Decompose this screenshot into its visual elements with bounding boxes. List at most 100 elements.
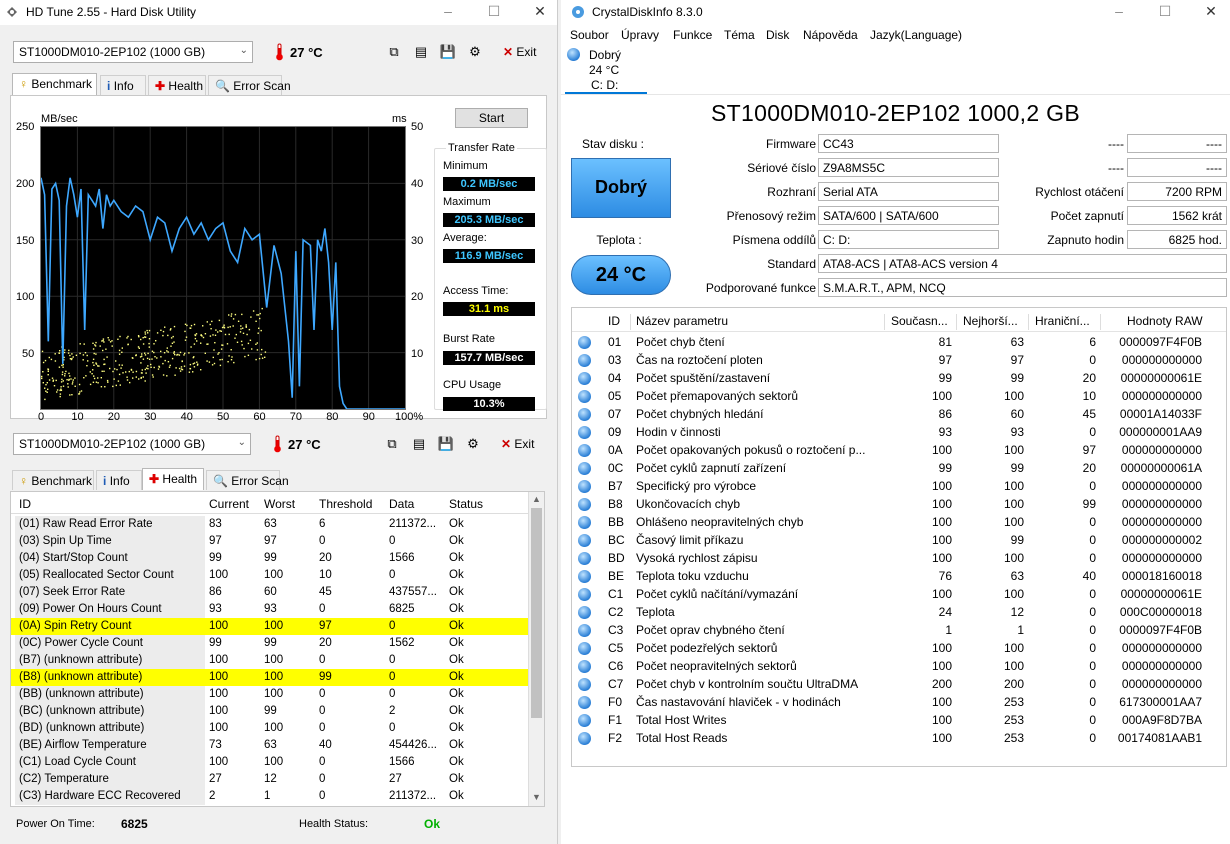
list-item[interactable]: 01 Počet chyb čtení 81 63 6 0000097F4F0B bbox=[572, 333, 1226, 351]
menu-upravy[interactable]: Úpravy bbox=[621, 28, 659, 42]
cdi-maximize-button[interactable]: ☐ bbox=[1157, 3, 1173, 19]
minimize-button[interactable]: – bbox=[440, 3, 456, 19]
maximize-button[interactable]: ☐ bbox=[486, 3, 502, 19]
list-item[interactable]: BE Teplota toku vzduchu 76 63 40 000018160018 bbox=[572, 567, 1226, 585]
col-smart-threshold[interactable]: Hraniční... bbox=[1035, 314, 1090, 328]
list-item[interactable]: C3 Počet oprav chybného čtení 1 1 0 0000097F4… bbox=[572, 621, 1226, 639]
table-row[interactable]: (09) Power On Hours Count 93 93 0 6825 Ok bbox=[11, 601, 529, 618]
col-worst[interactable]: Worst bbox=[264, 497, 295, 511]
start-button[interactable]: Start bbox=[455, 108, 528, 128]
scroll-up-icon[interactable]: ▲ bbox=[532, 494, 541, 504]
col-threshold[interactable]: Threshold bbox=[319, 497, 372, 511]
smart-cell-raw: 000A9F8D7BA bbox=[1121, 713, 1202, 727]
menu-disk[interactable]: Disk bbox=[766, 28, 789, 42]
table-row[interactable]: (0A) Spin Retry Count 100 100 97 0 Ok bbox=[11, 618, 529, 635]
col-smart-raw[interactable]: Hodnoty RAW bbox=[1127, 314, 1203, 328]
tab-info-2[interactable]: i Info bbox=[96, 470, 142, 490]
list-item[interactable]: C2 Teplota 24 12 0 000C00000018 bbox=[572, 603, 1226, 621]
options-icon[interactable]: ⚙ bbox=[465, 42, 485, 62]
col-id[interactable]: ID bbox=[19, 497, 31, 511]
col-smart-id[interactable]: ID bbox=[608, 314, 620, 328]
list-item[interactable]: 0C Počet cyklů zapnutí zařízení 99 99 20 0000… bbox=[572, 459, 1226, 477]
list-item[interactable]: 0A Počet opakovaných pokusů o roztočení p… bbox=[572, 441, 1226, 459]
col-smart-name[interactable]: Název parametru bbox=[636, 314, 728, 328]
access-time-point bbox=[103, 358, 105, 361]
list-item[interactable]: BC Časový limit příkazu 100 99 0 000000000002 bbox=[572, 531, 1226, 549]
exit-button-2[interactable]: ✕ Exit bbox=[501, 437, 534, 451]
list-item[interactable]: BB Ohlášeno neopravitelných chyb 100 100 0 00… bbox=[572, 513, 1226, 531]
close-button[interactable]: ✕ bbox=[532, 3, 548, 19]
table-row[interactable]: (BE) Airflow Temperature 73 63 40 454426... O… bbox=[11, 737, 529, 754]
list-item[interactable]: C5 Počet podezřelých sektorů 100 100 0 000000… bbox=[572, 639, 1226, 657]
table-row[interactable]: (C3) Hardware ECC Recovered 2 1 0 211372... O… bbox=[11, 788, 529, 805]
save-icon[interactable]: 💾 bbox=[436, 434, 456, 454]
menu-jazyk[interactable]: Jazyk(Language) bbox=[870, 28, 962, 42]
col-status[interactable]: Status bbox=[449, 497, 483, 511]
table-row[interactable]: (BB) (unknown attribute) 100 100 0 0 Ok bbox=[11, 686, 529, 703]
col-smart-worst[interactable]: Nejhorší... bbox=[963, 314, 1018, 328]
list-item[interactable]: BD Vysoká rychlost zápisu 100 100 0 000000000… bbox=[572, 549, 1226, 567]
health-scrollbar[interactable]: ▲ ▼ bbox=[528, 492, 544, 806]
copy-icon[interactable]: ⧉ bbox=[384, 42, 404, 62]
list-item[interactable]: F0 Čas nastavování hlaviček - v hodinách 1… bbox=[572, 693, 1226, 711]
disk-tab-c[interactable]: Dobrý 24 °C C: D: bbox=[565, 46, 647, 94]
smart-cell-thr: 99 bbox=[1082, 497, 1096, 511]
table-row[interactable]: (03) Spin Up Time 97 97 0 0 Ok bbox=[11, 533, 529, 550]
list-item[interactable]: B8 Ukončovacích chyb 100 100 99 000000000000 bbox=[572, 495, 1226, 513]
table-row[interactable]: (C2) Temperature 27 12 0 27 Ok bbox=[11, 771, 529, 788]
table-row[interactable]: (BC) (unknown attribute) 100 99 0 2 Ok bbox=[11, 703, 529, 720]
tab-benchmark[interactable]: ♀ Benchmark bbox=[12, 73, 97, 95]
tab-info[interactable]: i Info bbox=[100, 75, 146, 95]
menu-soubor[interactable]: Soubor bbox=[570, 28, 609, 42]
list-item[interactable]: F2 Total Host Reads 100 253 0 00174081AAB1 bbox=[572, 729, 1226, 747]
cdi-minimize-button[interactable]: – bbox=[1111, 3, 1127, 19]
tab-error-scan-2-label: Error Scan bbox=[231, 474, 289, 488]
col-data[interactable]: Data bbox=[389, 497, 414, 511]
copy-info-icon[interactable]: ▤ bbox=[411, 42, 431, 62]
exit-button[interactable]: ✕ Exit bbox=[503, 45, 536, 59]
table-row[interactable]: (01) Raw Read Error Rate 83 63 6 211372... Ok bbox=[11, 516, 529, 533]
tab-error-scan-2[interactable]: 🔍 Error Scan bbox=[206, 470, 289, 490]
menu-tema[interactable]: Téma bbox=[724, 28, 755, 42]
scroll-down-icon[interactable]: ▼ bbox=[532, 792, 541, 802]
col-current[interactable]: Current bbox=[209, 497, 249, 511]
options-icon[interactable]: ⚙ bbox=[463, 434, 483, 454]
smart-cell-raw: 000000001AA9 bbox=[1119, 425, 1202, 439]
list-item[interactable]: 07 Počet chybných hledání 86 60 45 00001A1403… bbox=[572, 405, 1226, 423]
tab-health-2[interactable]: ✚ Health bbox=[142, 468, 204, 490]
tab-benchmark-2[interactable]: ♀ Benchmark bbox=[12, 470, 94, 490]
scroll-thumb[interactable] bbox=[531, 508, 542, 718]
menu-napoveda[interactable]: Nápověda bbox=[803, 28, 858, 42]
menu-funkce[interactable]: Funkce bbox=[673, 28, 712, 42]
tab-health[interactable]: ✚ Health bbox=[148, 75, 206, 95]
tab-error-scan[interactable]: 🔍 Error Scan bbox=[208, 75, 291, 95]
table-row[interactable]: (07) Seek Error Rate 86 60 45 437557... Ok bbox=[11, 584, 529, 601]
col-smart-current[interactable]: Současn... bbox=[891, 314, 948, 328]
table-row[interactable]: (04) Start/Stop Count 99 99 20 1566 Ok bbox=[11, 550, 529, 567]
list-item[interactable]: 09 Hodin v činnosti 93 93 0 000000001AA9 bbox=[572, 423, 1226, 441]
list-item[interactable]: F1 Total Host Writes 100 253 0 000A9F8D7BA bbox=[572, 711, 1226, 729]
table-row[interactable]: (C1) Load Cycle Count 100 100 0 1566 Ok bbox=[11, 754, 529, 771]
temperature-badge[interactable]: 24 °C bbox=[571, 255, 671, 295]
list-item[interactable]: C1 Počet cyklů načítání/vymazání 100 100 0 00… bbox=[572, 585, 1226, 603]
access-time-point bbox=[140, 372, 143, 374]
cdi-close-button[interactable]: ✕ bbox=[1203, 3, 1219, 19]
list-item[interactable]: C7 Počet chyb v kontrolním součtu UltraDM… bbox=[572, 675, 1226, 693]
list-item[interactable]: 05 Počet přemapovaných sektorů 100 100 10 000… bbox=[572, 387, 1226, 405]
copy-info-icon[interactable]: ▤ bbox=[409, 434, 429, 454]
table-row[interactable]: (0C) Power Cycle Count 99 99 20 1562 Ok bbox=[11, 635, 529, 652]
table-row[interactable]: (B8) (unknown attribute) 100 100 99 0 Ok bbox=[11, 669, 529, 686]
list-item[interactable]: 04 Počet spuštění/zastavení 99 99 20 00000000… bbox=[572, 369, 1226, 387]
drive-select-2[interactable]: ST1000DM010-2EP102 (1000 GB) ⌄ bbox=[13, 433, 251, 455]
table-row[interactable]: (BD) (unknown attribute) 100 100 0 0 Ok bbox=[11, 720, 529, 737]
list-item[interactable]: C6 Počet neopravitelných sektorů 100 100 0 00… bbox=[572, 657, 1226, 675]
health-status-badge[interactable]: Dobrý bbox=[571, 158, 671, 218]
list-item[interactable]: B7 Specifický pro výrobce 100 100 0 000000000… bbox=[572, 477, 1226, 495]
drive-select[interactable]: ST1000DM010-2EP102 (1000 GB) ⌄ bbox=[13, 41, 253, 63]
list-item[interactable]: 03 Čas na roztočení ploten 97 97 0 0000000000… bbox=[572, 351, 1226, 369]
table-row[interactable]: (05) Reallocated Sector Count 100 100 10 0 Ok bbox=[11, 567, 529, 584]
access-time-point bbox=[247, 354, 250, 356]
copy-icon[interactable]: ⧉ bbox=[382, 434, 402, 454]
table-row[interactable]: (B7) (unknown attribute) 100 100 0 0 Ok bbox=[11, 652, 529, 669]
save-icon[interactable]: 💾 bbox=[438, 42, 458, 62]
